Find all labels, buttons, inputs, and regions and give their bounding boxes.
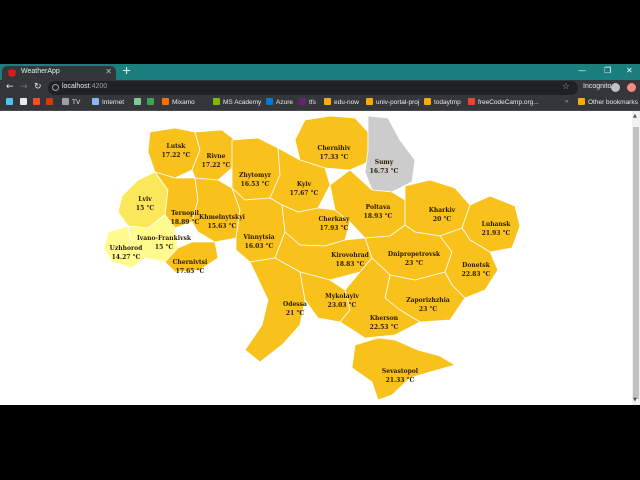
- region-temperature-label: 15 °C: [136, 205, 154, 212]
- profile-menu-icon[interactable]: [627, 83, 636, 92]
- tab-weatherapp[interactable]: WeatherApp ✕: [2, 66, 116, 80]
- bookmark-azure[interactable]: Azure: [266, 98, 293, 106]
- region-temperature-label: 21 °C: [286, 310, 304, 317]
- region-name-label: Rivne: [207, 153, 226, 160]
- region-name-label: Cherkasy: [318, 216, 350, 223]
- info-icon[interactable]: [52, 84, 59, 91]
- region-temperature-label: 17.22 °C: [202, 162, 231, 169]
- tab-title: WeatherApp: [21, 68, 60, 75]
- region-name-label: Lutsk: [167, 143, 187, 150]
- region-temperature-label: 18.93 °C: [364, 213, 393, 220]
- bookmark-ms-academy[interactable]: MS Academy: [213, 98, 261, 106]
- region-name-label: Chernihiv: [318, 145, 351, 152]
- angular-icon: [8, 69, 16, 77]
- close-icon[interactable]: ✕: [105, 67, 112, 76]
- address-bar[interactable]: localhost:4200 ☆: [48, 81, 578, 95]
- region-name-label: Khmelnytskyi: [199, 214, 246, 221]
- bookmark-tv[interactable]: TV: [62, 98, 80, 106]
- bookmark-ms-icon[interactable]: [33, 98, 43, 106]
- bookmark-edu-now[interactable]: edu-now: [324, 98, 359, 106]
- bookmark-mixamo[interactable]: Mixamo: [162, 98, 195, 106]
- bookmark-tfs[interactable]: tfs: [299, 98, 316, 106]
- window-close-icon[interactable]: ✕: [626, 66, 633, 75]
- bookmark-game-icon[interactable]: [147, 98, 157, 106]
- region-name-label: Mykolayiv: [325, 293, 359, 300]
- bookmark-freecodecamp[interactable]: freeCodeCamp.org...: [468, 98, 539, 106]
- region-name-label: Odessa: [283, 301, 307, 308]
- region-name-label: Kherson: [370, 315, 399, 322]
- region-name-label: Donetsk: [462, 262, 491, 269]
- reload-icon[interactable]: ↻: [34, 82, 42, 92]
- region-temperature-label: 17.65 °C: [176, 268, 205, 275]
- region-temperature-label: 23 °C: [419, 306, 437, 313]
- ukraine-map: Lutsk 17.22 °C Rivne 17.22 °C Zhytomyr 16.53 …: [103, 115, 521, 401]
- new-tab-button[interactable]: +: [122, 64, 131, 78]
- region-temperature-label: 18.89 °C: [171, 219, 200, 226]
- scroll-down-icon[interactable]: ▼: [633, 397, 637, 403]
- region-name-label: Chernivtsi: [173, 259, 208, 266]
- region-temperature-label: 23 °C: [405, 260, 423, 267]
- bookmark-star-icon[interactable]: ☆: [562, 82, 570, 92]
- region-name-label: Sevastopol: [382, 368, 419, 375]
- region-name-label: Kharkiv: [429, 207, 456, 214]
- region-name-label: Poltava: [366, 204, 391, 211]
- url-port: :4200: [89, 83, 108, 90]
- scroll-up-icon[interactable]: ▲: [633, 113, 637, 119]
- region-temperature-label: 17.22 °C: [162, 152, 191, 159]
- region-temperature-label: 18.83 °C: [336, 261, 365, 268]
- incognito-label: Incognito: [583, 83, 612, 90]
- bookmark-t-icon[interactable]: [20, 98, 30, 106]
- region-temperature-label: 23.03 °C: [328, 302, 357, 309]
- region-temperature-label: 22.83 °C: [462, 271, 491, 278]
- bookmarks-bar: TV Internet Mixamo MS Academy Azure tfs …: [0, 96, 640, 111]
- region-sumy[interactable]: [364, 115, 416, 193]
- region-temperature-label: 17.33 °C: [320, 154, 349, 161]
- region-temperature-label: 17.93 °C: [320, 225, 349, 232]
- bookmarks-overflow-icon[interactable]: »: [565, 98, 569, 105]
- region-temperature-label: 21.93 °C: [482, 230, 511, 237]
- region-temperature-label: 14.27 °C: [112, 254, 141, 261]
- region-name-label: Dnipropetrovsk: [388, 251, 441, 258]
- region-name-label: Lviv: [138, 196, 152, 203]
- region-temperature-label: 21.33 °C: [386, 377, 415, 384]
- region-name-label: Luhansk: [482, 221, 512, 228]
- maximize-icon[interactable]: ❐: [604, 66, 611, 75]
- page-content: Lutsk 17.22 °C Rivne 17.22 °C Zhytomyr 16.53 …: [0, 111, 632, 405]
- region-name-label: Kirovohrad: [331, 252, 370, 259]
- forward-icon[interactable]: →: [20, 82, 28, 92]
- bookmark-todaytmp[interactable]: todaytmp: [424, 98, 461, 106]
- region-temperature-label: 22.53 °C: [370, 324, 399, 331]
- region-temperature-label: 16.53 °C: [241, 181, 270, 188]
- bookmark-internet[interactable]: Internet: [92, 98, 124, 106]
- bookmark-o-icon[interactable]: [46, 98, 56, 106]
- region-name-label: Ternopil: [171, 210, 200, 217]
- bookmark-grid-icon[interactable]: [134, 98, 144, 106]
- region-name-label: Zaporizhzhia: [406, 297, 450, 304]
- minimize-icon[interactable]: —: [578, 66, 586, 75]
- region-temperature-label: 16.73 °C: [370, 168, 399, 175]
- other-bookmarks[interactable]: Other bookmarks: [578, 98, 638, 106]
- back-icon[interactable]: ←: [6, 82, 14, 92]
- region-name-label: Zhytomyr: [239, 172, 272, 179]
- scrollbar[interactable]: ▲ ▼: [632, 111, 640, 405]
- region-temperature-label: 20 °C: [433, 216, 451, 223]
- tab-strip: WeatherApp ✕ + — ❐ ✕: [0, 64, 640, 80]
- region-temperature-label: 16.03 °C: [245, 243, 274, 250]
- apps-icon[interactable]: [6, 98, 16, 106]
- region-name-label: Ivano-Frankivsk: [137, 235, 192, 242]
- region-temperature-label: 17.67 °C: [290, 190, 319, 197]
- region-temperature-label: 15 °C: [155, 244, 173, 251]
- incognito-icon[interactable]: [611, 83, 620, 92]
- region-name-label: Kyiv: [297, 181, 312, 188]
- region-name-label: Uzhhorod: [110, 245, 144, 252]
- scrollbar-thumb[interactable]: [633, 127, 639, 399]
- region-temperature-label: 15.63 °C: [208, 223, 237, 230]
- region-name-label: Sumy: [375, 159, 394, 166]
- url-host: localhost: [62, 83, 90, 90]
- bookmark-univ-portal-proj[interactable]: univ-portal-proj: [366, 98, 419, 106]
- browser-toolbar: ← → ↻ localhost:4200 ☆ Incognito: [0, 80, 640, 96]
- region-name-label: Vinnytsia: [242, 234, 274, 241]
